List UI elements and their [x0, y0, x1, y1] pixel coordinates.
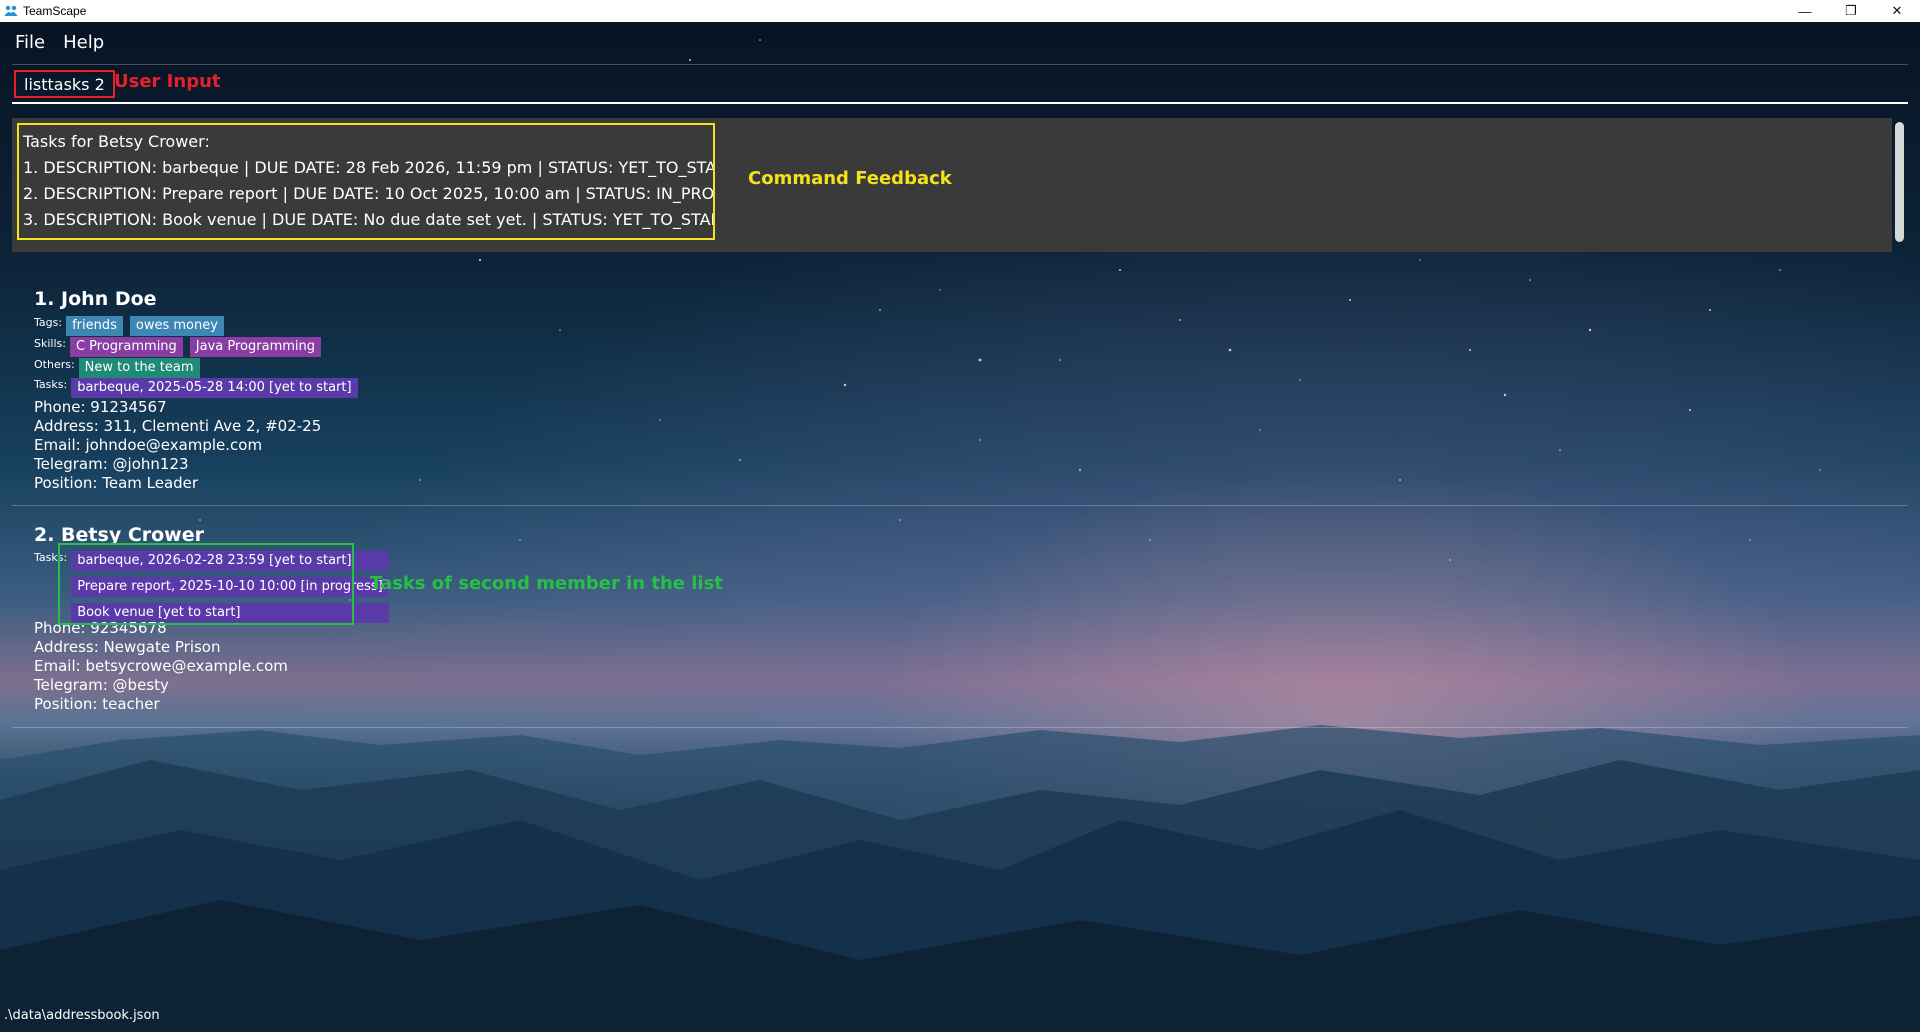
tasks-row: Tasks: barbeque, 2025-05-28 14:00 [yet t…: [34, 378, 365, 398]
window-controls: — ❐ ✕: [1782, 0, 1920, 22]
tag-chip: friends: [66, 316, 123, 336]
maximize-button[interactable]: ❐: [1828, 0, 1874, 22]
close-button[interactable]: ✕: [1874, 0, 1920, 22]
result-line: 1. DESCRIPTION: barbeque | DUE DATE: 28 …: [23, 158, 715, 177]
result-line: 3. DESCRIPTION: Book venue | DUE DATE: N…: [23, 210, 715, 229]
tags-label: Tags:: [34, 316, 63, 329]
person-name: 1. John Doe: [34, 288, 157, 310]
annotation-command-feedback: Command Feedback: [748, 168, 952, 189]
close-icon: ✕: [1891, 3, 1903, 18]
annotation-tasks-second-member: Tasks of second member in the list: [370, 573, 723, 594]
skill-chip: C Programming: [69, 337, 183, 357]
telegram-text: Telegram: @john123: [34, 455, 189, 473]
command-box-area: listtasks 2: [12, 64, 1908, 104]
task-chip: barbeque, 2025-05-28 14:00 [yet to start…: [71, 378, 358, 398]
other-chip: New to the team: [78, 358, 200, 378]
position-text: Position: Team Leader: [34, 474, 199, 492]
phone-text: Phone: 91234567: [34, 398, 167, 416]
position-text: Position: teacher: [34, 695, 160, 713]
menu-file[interactable]: File: [6, 28, 54, 57]
result-scrollbar[interactable]: [1894, 120, 1906, 250]
window-title: TeamScape: [23, 4, 87, 18]
maximize-icon: ❐: [1845, 3, 1857, 18]
status-bar-file-path: .\data\addressbook.json: [4, 1008, 160, 1023]
tasks-label: Tasks:: [34, 378, 68, 391]
email-text: Email: betsycrowe@example.com: [34, 657, 288, 675]
minimize-icon: —: [1798, 3, 1812, 19]
skill-chip: Java Programming: [189, 337, 322, 357]
menu-bar: File Help: [0, 22, 1920, 62]
tasks-highlight-box: [58, 543, 354, 625]
result-line: Tasks for Betsy Crower:: [23, 132, 210, 151]
address-text: Address: 311, Clementi Ave 2, #02-25: [34, 417, 322, 435]
result-scrollbar-thumb[interactable]: [1895, 122, 1904, 242]
tags-row: Tags: friends owes money: [34, 316, 231, 336]
skills-row: Skills: C Programming Java Programming: [34, 337, 328, 357]
menu-help[interactable]: Help: [54, 28, 113, 57]
others-label: Others:: [34, 358, 75, 371]
skills-label: Skills:: [34, 337, 66, 350]
app-icon: [4, 4, 18, 18]
result-line: 2. DESCRIPTION: Prepare report | DUE DAT…: [23, 184, 715, 203]
title-bar: TeamScape — ❐ ✕: [0, 0, 1920, 22]
result-text: Tasks for Betsy Crower: 1. DESCRIPTION: …: [17, 123, 715, 240]
annotation-user-input: User Input: [114, 71, 221, 92]
telegram-text: Telegram: @besty: [34, 676, 169, 694]
command-input[interactable]: listtasks 2: [14, 70, 115, 98]
person-card[interactable]: 1. John Doe Tags: friends owes money Ski…: [12, 280, 1908, 506]
result-display: Tasks for Betsy Crower: 1. DESCRIPTION: …: [12, 118, 1892, 252]
tag-chip: owes money: [129, 316, 224, 336]
address-text: Address: Newgate Prison: [34, 638, 221, 656]
others-row: Others: New to the team: [34, 358, 207, 378]
minimize-button[interactable]: —: [1782, 0, 1828, 22]
email-text: Email: johndoe@example.com: [34, 436, 263, 454]
